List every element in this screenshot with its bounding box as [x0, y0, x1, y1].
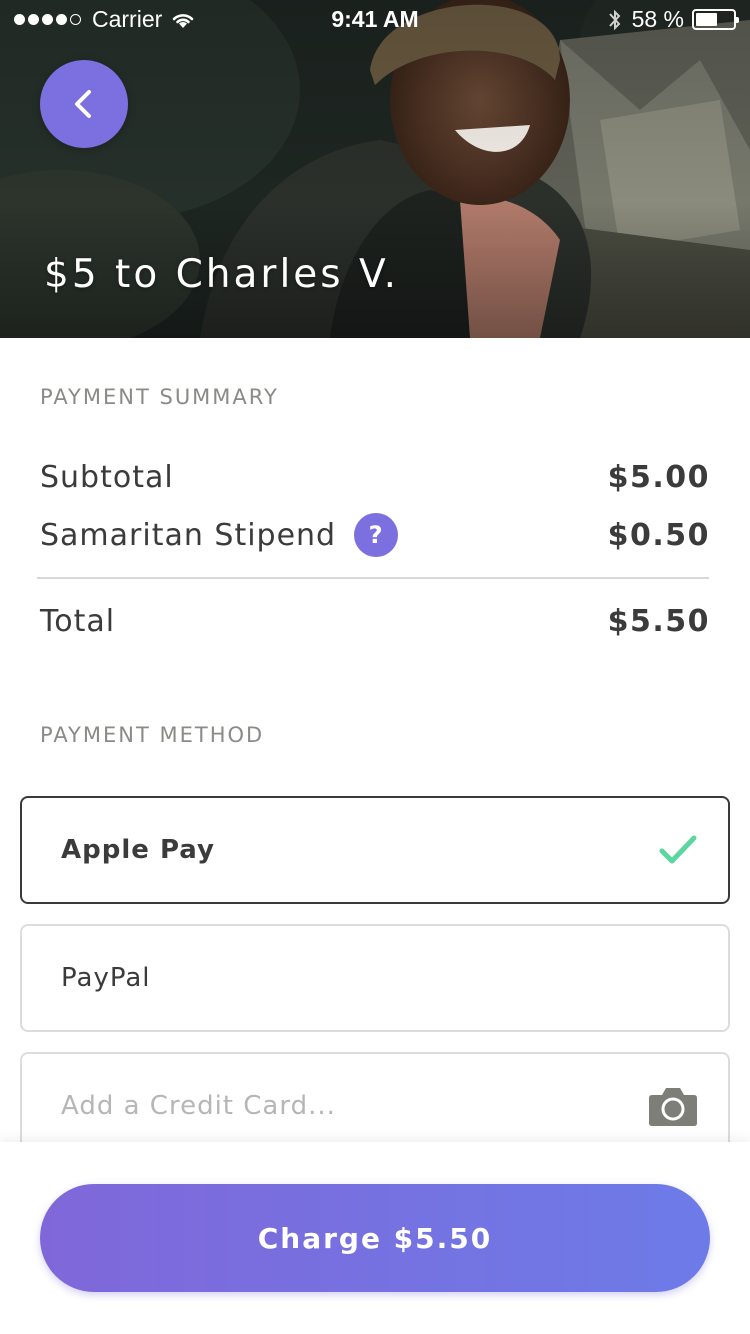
- subtotal-value: $5.00: [607, 459, 710, 495]
- add-credit-card-placeholder: Add a Credit Card...: [61, 1091, 336, 1121]
- payment-screen: Carrier 9:41 AM 58 % $5 to Charles V. PA…: [0, 0, 750, 1334]
- help-icon[interactable]: ?: [354, 513, 399, 557]
- checkmark-icon: [659, 835, 697, 864]
- payment-option-label: PayPal: [61, 963, 151, 993]
- camera-icon[interactable]: [648, 1085, 698, 1127]
- payment-summary-heading: PAYMENT SUMMARY: [40, 385, 279, 409]
- payment-option-label: Apple Pay: [61, 835, 215, 865]
- payment-option-paypal[interactable]: PayPal: [20, 924, 730, 1032]
- payment-method-heading: PAYMENT METHOD: [40, 723, 265, 747]
- stipend-label: Samaritan Stipend: [40, 517, 337, 553]
- status-bar: Carrier 9:41 AM 58 %: [0, 0, 750, 40]
- back-button[interactable]: [40, 60, 128, 148]
- total-value: $5.50: [607, 603, 710, 639]
- stipend-row: Samaritan Stipend ? $0.50: [40, 512, 710, 558]
- total-label: Total: [40, 603, 116, 639]
- chevron-left-icon: [75, 90, 91, 118]
- bluetooth-icon: [608, 9, 620, 30]
- bottom-action-bar: Charge $5.50: [0, 1142, 750, 1334]
- total-row: Total $5.50: [40, 599, 710, 643]
- subtotal-label: Subtotal: [40, 459, 174, 495]
- stipend-value: $0.50: [607, 517, 710, 553]
- charge-button[interactable]: Charge $5.50: [40, 1184, 710, 1292]
- battery-icon: [692, 9, 739, 30]
- summary-divider: [37, 577, 709, 579]
- stipend-label-group: Samaritan Stipend ?: [40, 513, 399, 557]
- battery-percent: 58 %: [631, 6, 684, 32]
- status-right: 58 %: [608, 6, 739, 33]
- payment-option-apple-pay[interactable]: Apple Pay: [20, 796, 730, 904]
- recipient-hero: Carrier 9:41 AM 58 % $5 to Charles V.: [0, 0, 750, 338]
- subtotal-row: Subtotal $5.00: [40, 455, 710, 499]
- page-title: $5 to Charles V.: [44, 252, 400, 297]
